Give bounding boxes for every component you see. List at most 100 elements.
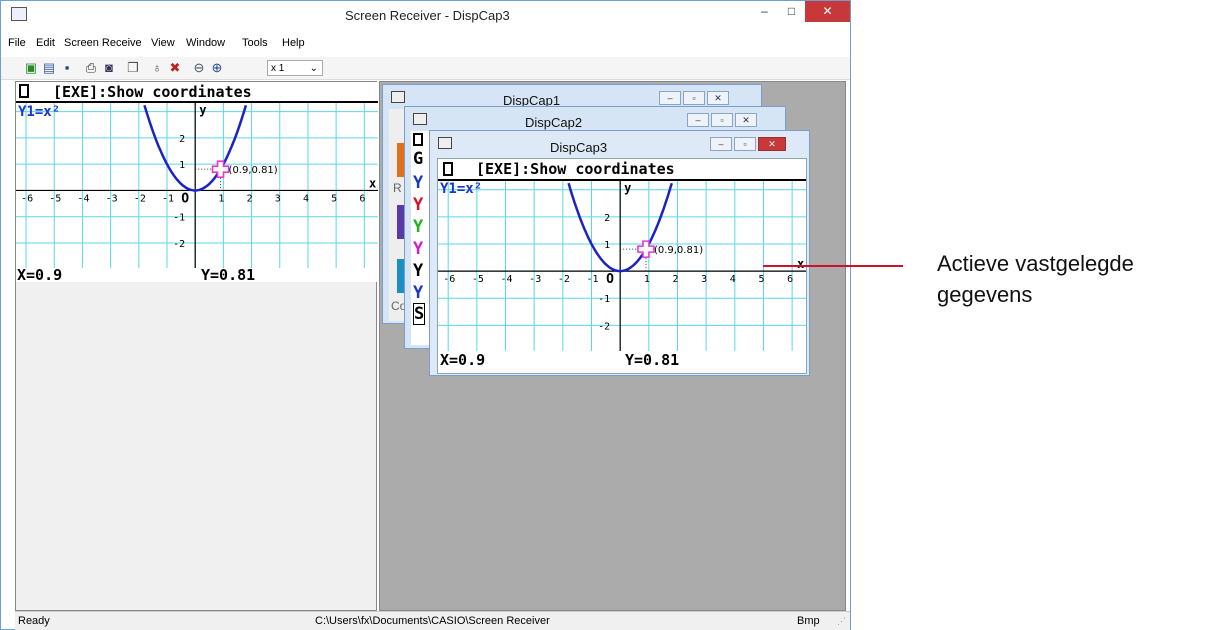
open-folder-icon[interactable]: ▤: [41, 60, 57, 76]
function-label: Y1=x²: [18, 104, 61, 120]
dispcap1-close-button[interactable]: ✕: [707, 91, 729, 105]
dispcap3-close-button[interactable]: ✕: [758, 137, 786, 151]
x-tick-label: 2: [672, 274, 678, 285]
y-tick-label: -2: [173, 239, 185, 250]
minimize-button[interactable]: –: [751, 1, 778, 22]
close-button[interactable]: ✕: [805, 1, 850, 22]
point-coordinate-label: (0.9,0.81): [654, 245, 703, 256]
dispcap2-glyph-y6: Y: [413, 283, 424, 303]
copy-icon[interactable]: ❐: [125, 60, 141, 76]
x-tick-label: -5: [472, 274, 484, 285]
dispcap2-maximize-button[interactable]: ▫: [711, 113, 733, 127]
zoom-select[interactable]: x 1 ⌄: [267, 60, 323, 76]
x-tick-label: -1: [586, 274, 598, 285]
zoom-in-icon[interactable]: ⊕: [209, 60, 225, 76]
x-tick-label: -6: [443, 274, 455, 285]
callout-line1: Actieve vastgelegde: [937, 251, 1134, 276]
menu-file[interactable]: File: [8, 37, 26, 49]
dispcap3-function-label: Y1=x²: [440, 181, 483, 197]
status-bar: Ready C:\Users\fx\Documents\CASIO\Screen…: [15, 611, 850, 630]
callout-line2: gegevens: [937, 282, 1033, 307]
x-tick-label: 5: [331, 193, 337, 204]
dispcap3-header: [EXE]:Show coordinates: [476, 160, 675, 178]
dispcap2-close-button[interactable]: ✕: [735, 113, 757, 127]
y-tick-label: 1: [604, 240, 610, 251]
x-tick-label: 3: [275, 193, 281, 204]
dispcap3-icon: [438, 137, 452, 149]
x-tick-label: 4: [303, 193, 309, 204]
menu-edit[interactable]: Edit: [36, 37, 55, 49]
dispcap2-glyph-s: S: [413, 303, 426, 325]
resize-grip-icon[interactable]: ⋰: [837, 616, 846, 627]
zoom-value: x 1: [271, 63, 285, 74]
dispcap1-partial-r: R: [393, 181, 402, 195]
menu-help[interactable]: Help: [282, 37, 305, 49]
menu-window[interactable]: Window: [186, 37, 225, 49]
x-tick-label: 1: [218, 193, 224, 204]
menu-view[interactable]: View: [151, 37, 175, 49]
x-tick-label: -5: [49, 193, 61, 204]
dispcap2-glyph-y4: Y: [413, 239, 424, 259]
dispcap2-icon: [413, 113, 427, 125]
x-tick-label: 5: [758, 274, 764, 285]
callout-line: [763, 265, 903, 267]
x-tick-label: -3: [106, 193, 118, 204]
status-format: Bmp: [797, 615, 820, 627]
menu-tools[interactable]: Tools: [242, 37, 268, 49]
x-tick-label: -1: [162, 193, 174, 204]
dispcap3-x-readout: X=0.9: [440, 351, 486, 369]
dispcap3-maximize-button[interactable]: ▫: [734, 137, 756, 151]
x-tick-label: 2: [247, 193, 253, 204]
origin-label: O: [181, 191, 189, 206]
print-preview-icon[interactable]: ◙: [101, 60, 117, 76]
maximize-button[interactable]: □: [778, 1, 805, 22]
x-tick-label: 1: [644, 274, 650, 285]
dispcap3-clipboard-icon: [443, 162, 453, 176]
x-tick-label: 6: [359, 193, 365, 204]
dispcap3-minimize-button[interactable]: –: [710, 137, 732, 151]
origin-label: O: [606, 272, 614, 287]
callout-text: Actieve vastgelegde gegevens: [937, 248, 1222, 310]
window-dispcap3[interactable]: DispCap3 – ▫ ✕ [EXE]:Show coordinates -6…: [429, 130, 810, 376]
x-readout: X=0.9: [17, 266, 63, 282]
toolbar: ▣ ▤ ▪ ⎙ ◙ ❐ ♁ ✖ ⊖ ⊕ x 1 ⌄: [1, 57, 850, 80]
dispcap2-glyph-y3: Y: [413, 217, 424, 237]
dispcap2-glyph-y1: Y: [413, 173, 424, 193]
dispcap3-title: DispCap3: [550, 140, 608, 155]
delete-icon[interactable]: ✖: [167, 60, 183, 76]
x-tick-label: -4: [501, 274, 513, 285]
print-icon[interactable]: ⎙: [83, 60, 99, 76]
x-tick-label: 6: [787, 274, 793, 285]
menu-bar: File Edit Screen Receive View Window Too…: [1, 37, 850, 55]
status-path: C:\Users\fx\Documents\CASIO\Screen Recei…: [315, 615, 550, 627]
menu-screen-receive[interactable]: Screen Receive: [64, 37, 142, 49]
main-window: Screen Receiver - DispCap3 – □ ✕ File Ed…: [0, 0, 851, 630]
y-tick-label: -1: [598, 294, 610, 305]
dispcap2-minimize-button[interactable]: –: [687, 113, 709, 127]
y-tick-label: 1: [179, 160, 185, 171]
dispcap2-title: DispCap2: [525, 115, 583, 130]
left-capture-pane: [EXE]:Show coordinates -6 -5 -4 -3 -2 -1 1 2 3 4 5…: [15, 81, 378, 611]
x-axis-label: x: [369, 176, 376, 190]
x-tick-label: 4: [730, 274, 736, 285]
title-bar[interactable]: Screen Receiver - DispCap3 – □ ✕: [1, 1, 850, 31]
dispcap3-y-readout: Y=0.81: [625, 351, 680, 369]
disconnect-icon[interactable]: ♁: [149, 60, 165, 76]
dispcap1-icon: [391, 91, 405, 103]
x-tick-label: -4: [77, 193, 89, 204]
capture-header: [EXE]:Show coordinates: [53, 83, 252, 101]
graph-left: -6 -5 -4 -3 -2 -1 1 2 3 4 5 6 2 1 -1 -2 Ox y (0.9,0.81): [16, 103, 378, 268]
point-coordinate-label: (0.9,0.81): [229, 165, 278, 176]
save-icon[interactable]: ▪: [59, 60, 75, 76]
dispcap1-minimize-button[interactable]: –: [659, 91, 681, 105]
y-tick-label: -2: [598, 321, 610, 332]
window-title: Screen Receiver - DispCap3: [345, 8, 510, 23]
dispcap1-maximize-button[interactable]: ▫: [683, 91, 705, 105]
receive-icon[interactable]: ▣: [23, 60, 39, 76]
mdi-area: DispCap1 – ▫ ✕ R Co DispCap2 – ▫ ✕ G Y Y…: [379, 81, 846, 611]
x-tick-label: 3: [701, 274, 707, 285]
y-tick-label: 2: [604, 213, 610, 224]
zoom-out-icon[interactable]: ⊖: [191, 60, 207, 76]
app-icon[interactable]: [11, 7, 27, 21]
dispcap2-glyph-g: G: [413, 149, 424, 169]
